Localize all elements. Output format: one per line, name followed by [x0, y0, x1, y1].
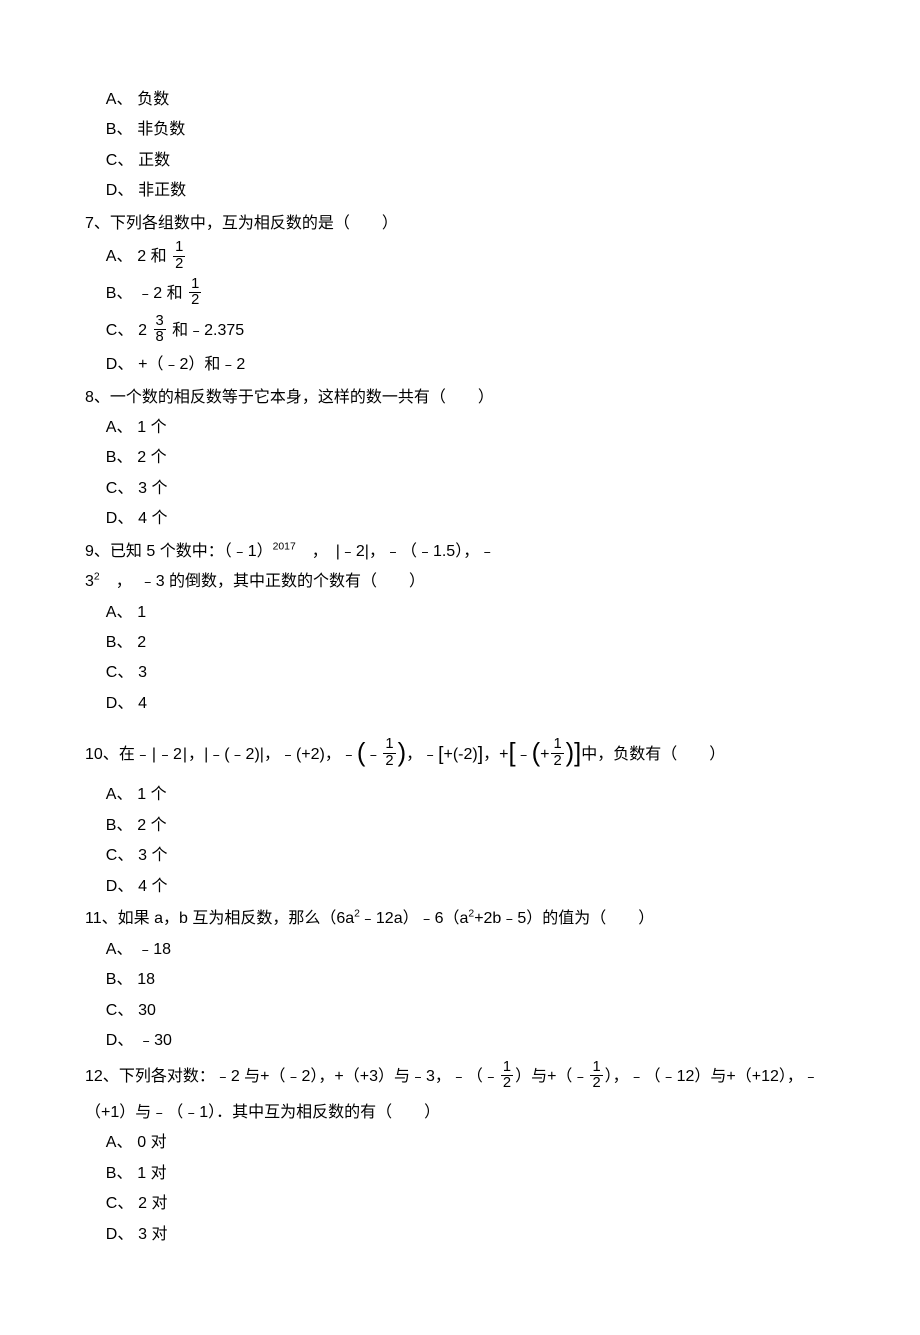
option-label: D、: [106, 182, 134, 199]
option-label: B、: [106, 285, 133, 302]
fraction-one-half: 12: [551, 737, 563, 769]
question-number: 9、: [85, 543, 110, 560]
option-prefix: 2: [138, 322, 151, 339]
question-number: 7、: [85, 215, 110, 232]
question-8: 8、一个数的相反数等于它本身，这样的数一共有（ ）: [85, 383, 835, 413]
fraction-one-half: 12: [383, 737, 395, 769]
option: D、+（﹣2）和﹣2: [106, 350, 835, 380]
fraction-one-half: 12: [173, 240, 185, 272]
exponent: 2017: [273, 542, 296, 553]
option: B、非负数: [106, 115, 835, 145]
option-text: 负数: [137, 91, 169, 108]
option-label: A、: [106, 248, 133, 265]
question-number: 11、: [85, 910, 118, 927]
fraction-one-half: 12: [501, 1060, 513, 1092]
fraction-one-half: 12: [590, 1060, 602, 1092]
question-11: 11、如果 a，b 互为相反数，那么（6a2﹣12a）﹣6（a2+2b﹣5）的值…: [85, 904, 835, 934]
option-text: 正数: [138, 152, 170, 169]
option: D、3 对: [106, 1220, 835, 1250]
question-12-cont: （+1）与﹣（﹣1）．其中互为相反数的有（ ）: [85, 1098, 835, 1128]
question-12: 12、下列各对数：﹣2 与+（﹣2），+（+3）与﹣3，﹣（﹣12）与+（﹣12…: [85, 1059, 835, 1096]
option-text: 非负数: [137, 121, 185, 138]
option-label: D、: [106, 356, 134, 373]
option: C、2 38 和﹣2.375: [106, 313, 835, 350]
option: D、﹣30: [106, 1026, 835, 1056]
option: D、4: [106, 689, 835, 719]
option: B、2 个: [106, 443, 835, 473]
question-number: 8、: [85, 389, 110, 406]
option: A、﹣18: [106, 935, 835, 965]
fraction-three-eighths: 38: [154, 314, 166, 346]
question-10: 10、在﹣﹣2，|﹣(﹣2)|，﹣(+2)，﹣(﹣12)，﹣[+(-2)]，+[…: [85, 722, 835, 781]
option: D、4 个: [106, 872, 835, 902]
option-tail: 和﹣2.375: [168, 322, 245, 339]
option: A、1: [106, 598, 835, 628]
option: C、2 对: [106, 1189, 835, 1219]
option: B、2 个: [106, 811, 835, 841]
option-label: B、: [106, 121, 133, 138]
option-label: A、: [106, 91, 133, 108]
question-text: 一个数的相反数等于它本身，这样的数一共有（ ）: [110, 389, 494, 406]
option: C、3 个: [106, 841, 835, 871]
option: A、2 和 12: [106, 239, 835, 276]
option-label: C、: [106, 152, 134, 169]
question-number: 10、: [85, 746, 119, 763]
option: C、30: [106, 996, 835, 1026]
option: A、负数: [106, 85, 835, 115]
option: B、1 对: [106, 1159, 835, 1189]
option: A、0 对: [106, 1128, 835, 1158]
option-text: 非正数: [138, 182, 186, 199]
option: D、非正数: [106, 176, 835, 206]
option: A、1 个: [106, 780, 835, 810]
option: B、2: [106, 628, 835, 658]
option: C、3 个: [106, 474, 835, 504]
question-7: 7、下列各组数中，互为相反数的是（ ）: [85, 209, 835, 239]
option-text: +（﹣2）和﹣2: [138, 356, 245, 373]
option: C、正数: [106, 146, 835, 176]
question-number: 12、: [85, 1068, 119, 1085]
fraction-one-half: 12: [189, 277, 201, 309]
abs-expr: ﹣2: [151, 746, 188, 763]
option-prefix: 2 和: [137, 248, 171, 265]
question-text: 下列各组数中，互为相反数的是（ ）: [110, 215, 398, 232]
option: A、1 个: [106, 413, 835, 443]
option: C、3: [106, 658, 835, 688]
option-prefix: ﹣2 和: [137, 285, 187, 302]
question-9: 9、已知 5 个数中：（﹣1）2017 ， |﹣2|，﹣（﹣1.5），﹣32 ，…: [85, 537, 835, 598]
option: B、18: [106, 965, 835, 995]
option-label: C、: [106, 322, 134, 339]
option: D、4 个: [106, 504, 835, 534]
option: B、﹣2 和 12: [106, 276, 835, 313]
